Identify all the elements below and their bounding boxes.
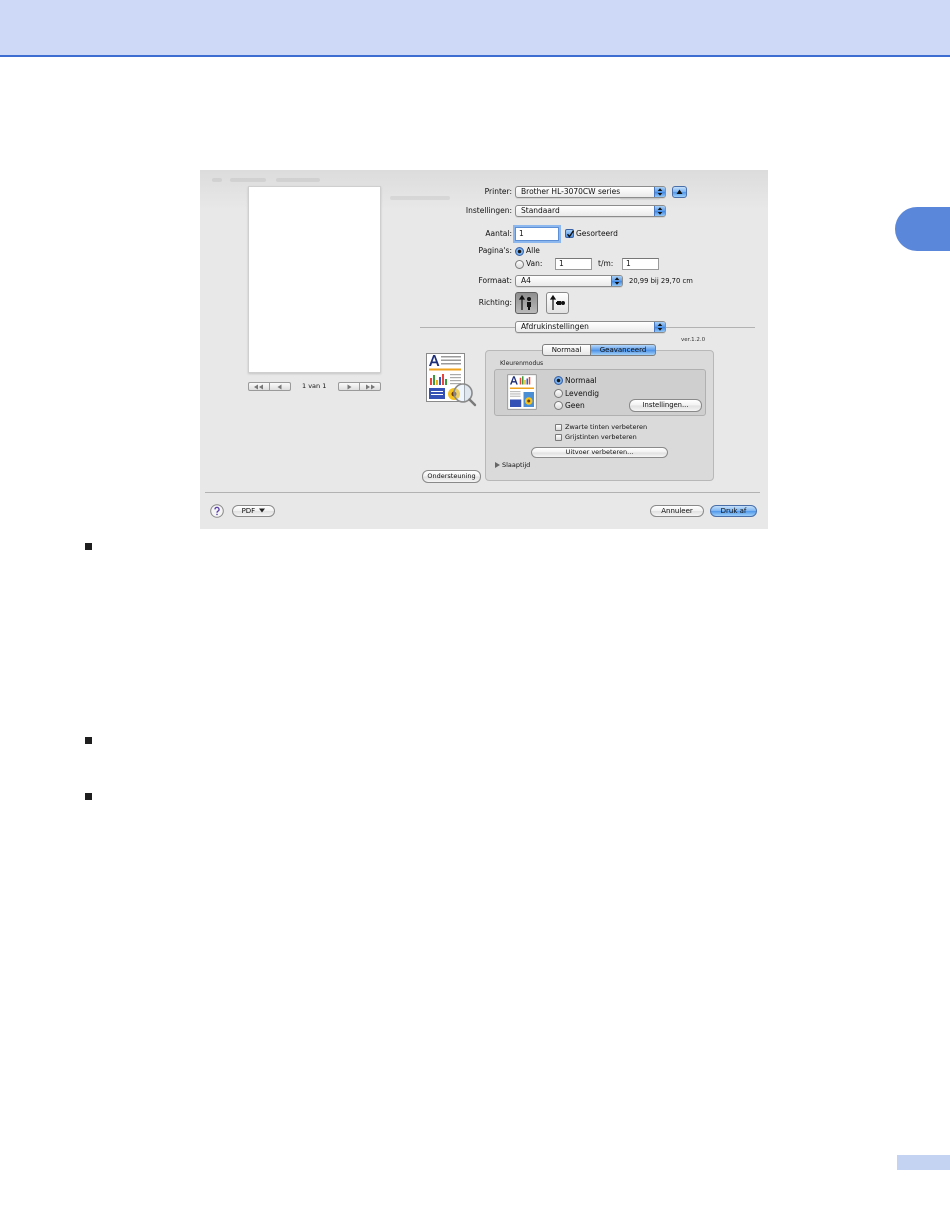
pages-label: Pagina's:	[478, 246, 512, 255]
pdf-button-label: PDF	[241, 507, 256, 515]
landscape-orientation-icon	[549, 294, 565, 310]
panel-value: Afdrukinstellingen	[521, 322, 589, 331]
paper-size-label: Formaat:	[478, 276, 512, 285]
collapse-dialog-button[interactable]	[672, 186, 687, 198]
color-mode-levendig-label: Levendig	[565, 389, 600, 398]
preview-forward-buttons[interactable]	[338, 382, 381, 391]
popup-arrows-icon	[614, 277, 620, 285]
enhance-gray-checkbox[interactable]	[555, 434, 562, 441]
pages-all-radio[interactable]	[515, 247, 524, 256]
improve-output-button[interactable]: Uitvoer verbeteren...	[531, 447, 668, 458]
page-header-band	[0, 0, 950, 57]
orientation-label: Richting:	[478, 298, 512, 307]
printer-popup[interactable]: Brother HL-3070CW series	[515, 186, 666, 198]
pages-from-input[interactable]: 1	[555, 258, 592, 270]
pages-all-label: Alle	[526, 246, 540, 255]
print-button[interactable]: Druk af	[710, 505, 757, 517]
pages-to-input[interactable]: 1	[622, 258, 659, 270]
help-icon[interactable]	[210, 504, 224, 518]
chevron-down-icon	[259, 508, 266, 513]
bullet	[85, 543, 92, 550]
bullet	[85, 793, 92, 800]
landscape-button[interactable]	[546, 292, 569, 314]
collated-label: Gesorteerd	[576, 229, 618, 238]
print-dialog: 1 van 1 Ondersteuning Printer: Brother H…	[200, 170, 768, 529]
printer-features-icon	[426, 353, 477, 407]
first-page-button[interactable]	[249, 383, 269, 390]
popup-arrows-icon	[657, 207, 663, 215]
last-page-icon	[366, 384, 375, 389]
presets-label: Instellingen:	[465, 206, 512, 215]
cancel-button[interactable]: Annuleer	[650, 505, 704, 517]
sleep-time-disclosure[interactable]: Slaaptijd	[502, 460, 530, 470]
enhance-black-label: Zwarte tinten verbeteren	[565, 423, 648, 431]
color-mode-geen-radio[interactable]	[554, 401, 563, 410]
popup-arrows-icon	[657, 188, 663, 196]
pages-from-label: Van:	[526, 259, 543, 268]
enhance-gray-label: Grijstinten verbeteren	[565, 433, 637, 441]
pages-range-radio[interactable]	[515, 260, 524, 269]
presets-value: Standaard	[521, 206, 560, 215]
portrait-orientation-icon	[518, 294, 531, 310]
disclosure-up-icon	[676, 189, 683, 194]
next-page-icon	[347, 384, 352, 389]
page-number-box	[897, 1155, 950, 1170]
pages-to-label: t/m:	[598, 259, 614, 268]
color-mode-levendig-radio[interactable]	[554, 389, 563, 398]
previous-page-button[interactable]	[269, 383, 290, 390]
previous-page-icon	[277, 384, 282, 389]
copies-input[interactable]: 1	[515, 227, 559, 241]
popup-arrows-icon	[657, 323, 663, 331]
color-mode-geen-label: Geen	[565, 401, 585, 410]
presets-popup[interactable]: Standaard	[515, 205, 666, 217]
preview-back-buttons[interactable]	[248, 382, 291, 391]
panel-popup[interactable]: Afdrukinstellingen	[515, 321, 666, 333]
disclosure-triangle-icon[interactable]	[495, 462, 500, 468]
color-mode-heading: Kleurenmodus	[500, 360, 544, 367]
pdf-menu-button[interactable]: PDF	[232, 505, 275, 517]
paper-size-popup[interactable]: A4	[515, 275, 623, 287]
printer-label: Printer:	[484, 187, 512, 196]
paper-dimensions: 20,99 bij 29,70 cm	[629, 277, 693, 285]
support-button[interactable]: Ondersteuning	[422, 470, 481, 483]
color-settings-button[interactable]: Instellingen...	[629, 399, 702, 412]
first-page-icon	[254, 384, 263, 389]
checkmark-icon	[566, 230, 574, 238]
portrait-button[interactable]	[515, 292, 538, 314]
chapter-tab	[895, 207, 950, 251]
print-preview-page	[248, 186, 381, 373]
next-page-button[interactable]	[339, 383, 359, 390]
color-mode-normaal-label: Normaal	[565, 376, 597, 385]
copies-label: Aantal:	[485, 229, 512, 238]
color-mode-icon	[507, 374, 537, 410]
color-mode-normaal-radio[interactable]	[554, 376, 563, 385]
collated-checkbox[interactable]	[565, 229, 574, 238]
paper-size-value: A4	[521, 276, 531, 285]
printer-value: Brother HL-3070CW series	[521, 187, 621, 196]
bottom-separator	[205, 492, 760, 493]
last-page-button[interactable]	[359, 383, 380, 390]
tab-normaal[interactable]: Normaal	[542, 344, 591, 356]
tab-geavanceerd[interactable]: Geavanceerd	[591, 344, 656, 356]
enhance-black-checkbox[interactable]	[555, 424, 562, 431]
driver-version: ver.1.2.0	[681, 337, 706, 343]
preview-page-counter: 1 van 1	[302, 382, 327, 390]
bullet	[85, 737, 92, 744]
